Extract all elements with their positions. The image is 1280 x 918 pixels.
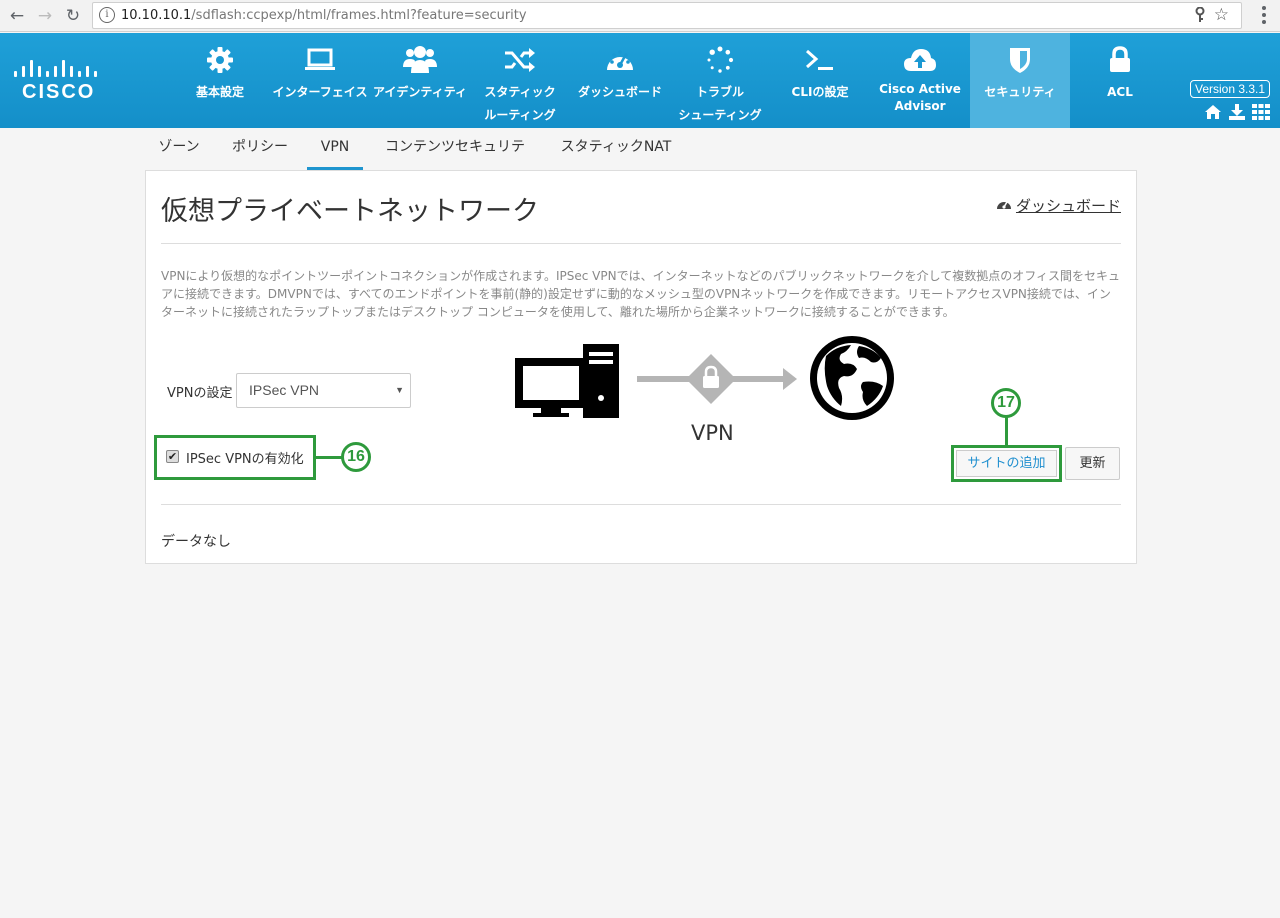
nav-label-line2: ルーティング [484,108,556,122]
nav-identity[interactable]: アイデンティティ [372,33,468,128]
nav-label-line1: スタティック [484,85,556,99]
cisco-logo: CISCO [14,55,98,111]
url-host: 10.10.10.1 [121,8,192,23]
nav-troubleshooting[interactable]: トラブルシューティング [672,33,768,128]
nav-label: トラブルシューティング [672,81,768,127]
shield-icon [970,45,1070,75]
shuffle-icon [474,45,566,75]
nav-label: ダッシュボード [577,85,662,99]
grid-icon[interactable] [1252,104,1270,122]
nav-label: インターフェイス [272,85,368,99]
nav-label: ACL [1107,85,1133,99]
bookmark-star-icon[interactable]: ☆ [1214,5,1229,25]
dashboard-link-label: ダッシュボード [1015,197,1121,215]
terminal-icon [772,45,868,75]
tab-policy[interactable]: ポリシー [225,128,295,170]
nav-label-line2: Advisor [894,99,946,113]
globe-icon [810,336,894,420]
address-bar[interactable]: i 10.10.10.1/sdflash:ccpexp/html/frames.… [92,2,1242,29]
logo-wordmark: CISCO [22,81,96,103]
no-data-text: データなし [161,534,231,550]
enable-ipsec-checkbox[interactable]: ✔ [166,450,179,463]
cloud-upload-icon [870,45,970,75]
callout-connector [316,456,342,459]
dashboard-link[interactable]: ダッシュボード [996,195,1121,216]
nav-label-line1: トラブル [695,85,744,99]
laptop-icon [266,45,374,75]
gauge-icon [996,197,1012,215]
enable-ipsec-checkbox-row[interactable]: ✔ IPSec VPNの有効化 [154,435,316,480]
nav-label-line2: シューティング [678,108,762,122]
version-badge: Version 3.3.1 [1190,80,1271,98]
url-path: /sdflash:ccpexp/html/frames.html?feature… [191,8,527,23]
add-site-button-highlight: サイトの追加 [951,445,1062,482]
browser-toolbar: ← → ↻ i 10.10.10.1/sdflash:ccpexp/html/f… [0,0,1280,32]
refresh-button[interactable]: 更新 [1065,447,1120,480]
vpn-tunnel-arrow [637,354,797,404]
nav-dashboard[interactable]: ダッシュボード [572,33,668,128]
enable-ipsec-label: IPSec VPNの有効化 [186,452,304,467]
nav-label: 基本設定 [195,85,244,99]
callout-16: 16 [341,442,371,472]
browser-menu-icon[interactable] [1262,6,1266,27]
back-arrow-icon[interactable]: ← [6,5,28,27]
nav-basic-settings[interactable]: 基本設定 [180,33,260,128]
home-icon[interactable] [1204,104,1222,122]
key-icon[interactable] [1195,6,1205,27]
tab-vpn[interactable]: VPN [307,128,363,170]
vpn-config-label: VPNの設定 [167,386,233,401]
forward-arrow-icon[interactable]: → [34,5,56,27]
divider [161,504,1121,505]
vpn-panel: 仮想プライベートネットワーク ダッシュボード VPNにより仮想的なポイントツーポ… [145,170,1137,564]
nav-label: CLIの設定 [791,85,849,99]
vpn-description: VPNにより仮想的なポイントツーポイントコネクションが作成されます。IPSec … [161,269,1120,319]
utility-icons [1204,104,1270,122]
page-title: 仮想プライベートネットワーク [161,196,539,227]
nav-static-routing[interactable]: スタティック ルーティング [474,33,566,128]
security-subtabs: ゾーン ポリシー VPN コンテンツセキュリティ スタティックNAT [145,128,1137,193]
users-icon [372,45,468,75]
caret-down-icon: ▼ [395,385,404,395]
vpn-type-value: IPSec VPN [249,382,320,398]
nav-label: スタティック ルーティング [474,81,566,127]
desktop-computer-icon [515,344,619,418]
tab-content-security[interactable]: コンテンツセキュリティ [381,128,529,193]
callout-17: 17 [991,388,1021,418]
nav-label: セキュリティ [984,85,1056,99]
nav-label-line1: Cisco Active [879,82,961,96]
gear-icon [180,45,260,75]
divider [161,243,1121,244]
download-icon[interactable] [1228,104,1246,122]
main-navbar: CISCO 基本設定 インターフェイス アイデンティティ スタティック ルーティン… [0,33,1280,128]
reload-icon[interactable]: ↻ [62,5,84,27]
nav-security[interactable]: セキュリティ [970,33,1070,128]
nav-label: アイデンティティ [373,85,467,99]
add-site-button[interactable]: サイトの追加 [956,450,1057,477]
nav-interfaces[interactable]: インターフェイス [266,33,374,128]
nav-acl[interactable]: ACL [1070,33,1170,128]
callout-connector [1005,417,1008,445]
vpn-type-select[interactable]: IPSec VPN ▼ [236,373,411,408]
nav-cli-settings[interactable]: CLIの設定 [772,33,868,128]
lock-icon [1070,45,1170,75]
tab-zone[interactable]: ゾーン [151,128,207,170]
vpn-diagram-label: VPN [691,421,734,445]
info-icon[interactable]: i [99,7,115,23]
nav-cisco-active-advisor[interactable]: Cisco Active Advisor [870,33,970,128]
gauge-icon [572,45,668,75]
tab-static-nat[interactable]: スタティックNAT [559,128,673,170]
spinner-icon [672,45,768,75]
nav-label: Cisco Active Advisor [870,81,970,115]
url-text[interactable]: 10.10.10.1/sdflash:ccpexp/html/frames.ht… [121,8,527,23]
